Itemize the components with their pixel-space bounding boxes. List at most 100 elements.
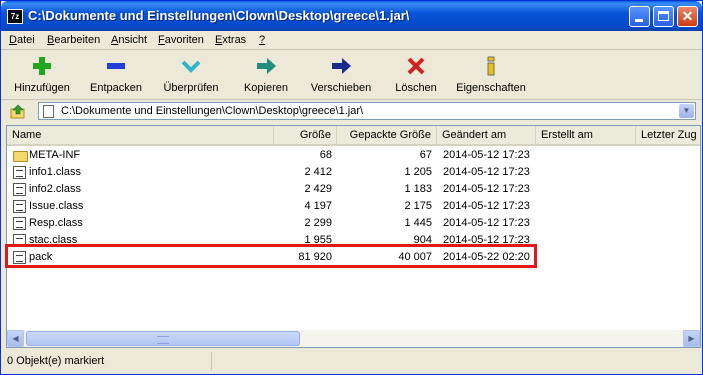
file-row[interactable]: Issue.class 4 197 2 175 2014-05-12 17:23	[7, 198, 700, 215]
maximize-icon	[658, 11, 669, 21]
column-last-access[interactable]: Letzter Zug	[636, 126, 700, 144]
window-title: C:\Dokumente und Einstellungen\Clown\Des…	[28, 8, 410, 23]
add-button[interactable]: Hinzufügen	[7, 53, 77, 97]
menu-extras[interactable]: Extras	[215, 34, 246, 46]
maximize-button[interactable]	[653, 6, 674, 27]
menu-label: earbeiten	[54, 34, 101, 46]
file-packed-size: 1 183	[404, 183, 432, 195]
menu-label: atei	[16, 34, 35, 46]
folder-icon	[13, 151, 28, 162]
file-size: 2 429	[304, 183, 332, 195]
column-created[interactable]: Erstellt am	[536, 126, 636, 144]
menu-mnemonic: D	[9, 34, 17, 46]
move-arrow-icon	[332, 58, 351, 74]
add-button-label: Hinzufügen	[14, 82, 70, 94]
file-modified: 2014-05-12 17:23	[443, 183, 530, 195]
file-size: 2 412	[304, 166, 332, 178]
column-size[interactable]: Größe	[274, 126, 337, 144]
copy-button[interactable]: Kopieren	[239, 53, 293, 97]
chevron-down-icon: ▼	[682, 106, 691, 115]
menu-mnemonic: ?	[259, 34, 266, 46]
menu-ansicht[interactable]: Ansicht	[111, 34, 147, 46]
file-packed-size: 2 175	[404, 200, 432, 212]
address-path: C:\Dokumente und Einstellungen\Clown\Des…	[61, 105, 364, 117]
properties-button[interactable]: Eigenschaften	[453, 53, 529, 97]
file-list[interactable]: Name Größe Gepackte Größe Geändert am Er…	[6, 125, 701, 348]
address-dropdown-button[interactable]: ▼	[679, 104, 694, 118]
info-icon	[487, 56, 495, 76]
file-icon	[13, 217, 26, 230]
file-name: META-INF	[29, 149, 81, 161]
file-modified: 2014-05-12 17:23	[443, 200, 530, 212]
copy-arrow-icon	[257, 58, 276, 74]
file-modified: 2014-05-12 17:23	[443, 149, 530, 161]
arrow-left-icon: ◀	[12, 334, 19, 343]
file-packed-size: 1 445	[404, 217, 432, 229]
scroll-thumb[interactable]	[26, 331, 300, 346]
extract-button-label: Entpacken	[90, 82, 142, 94]
column-packed-size[interactable]: Gepackte Größe	[337, 126, 437, 144]
delete-x-icon	[407, 57, 425, 75]
file-size: 68	[319, 149, 332, 161]
test-button-label: Überprüfen	[163, 82, 219, 94]
file-name: info2.class	[29, 183, 81, 195]
status-text: 0 Objekt(e) markiert	[7, 355, 105, 367]
scroll-right-button[interactable]: ▶	[683, 330, 700, 347]
minus-icon	[107, 63, 125, 69]
file-packed-size: 67	[419, 149, 432, 161]
file-size: 2 299	[304, 217, 332, 229]
test-button[interactable]: Überprüfen	[158, 53, 224, 97]
file-icon	[13, 183, 26, 196]
menu-bar: Datei Bearbeiten Ansicht Favoriten Extra…	[1, 31, 702, 50]
file-row[interactable]: META-INF 68 67 2014-05-12 17:23	[7, 147, 700, 164]
grip-icon	[157, 336, 169, 344]
plus-icon	[33, 57, 51, 75]
menu-bearbeiten[interactable]: Bearbeiten	[47, 34, 100, 46]
file-packed-size: 1 205	[404, 166, 432, 178]
file-name: Issue.class	[29, 200, 84, 212]
address-bar: C:\Dokumente und Einstellungen\Clown\Des…	[1, 100, 702, 124]
file-icon	[13, 166, 26, 179]
menu-label: avoriten	[164, 34, 204, 46]
properties-button-label: Eigenschaften	[456, 82, 526, 94]
file-row[interactable]: info1.class 2 412 1 205 2014-05-12 17:23	[7, 164, 700, 181]
folder-up-icon[interactable]	[10, 104, 26, 120]
menu-label: xtras	[222, 34, 247, 46]
arrow-right-icon: ▶	[688, 334, 695, 343]
file-name: info1.class	[29, 166, 81, 178]
title-bar[interactable]: 7z C:\Dokumente und Einstellungen\Clown\…	[1, 1, 702, 31]
address-input[interactable]: C:\Dokumente und Einstellungen\Clown\Des…	[38, 102, 696, 120]
menu-help[interactable]: ?	[259, 34, 265, 46]
move-button-label: Verschieben	[310, 82, 372, 94]
scroll-left-button[interactable]: ◀	[7, 330, 24, 347]
check-icon	[181, 60, 201, 73]
file-modified: 2014-05-12 17:23	[443, 217, 530, 229]
column-modified[interactable]: Geändert am	[437, 126, 536, 144]
column-header: Name Größe Gepackte Größe Geändert am Er…	[7, 126, 700, 146]
file-row[interactable]: info2.class 2 429 1 183 2014-05-12 17:23	[7, 181, 700, 198]
extract-button[interactable]: Entpacken	[85, 53, 147, 97]
delete-button-label: Löschen	[395, 82, 437, 94]
close-icon: ✕	[681, 8, 694, 24]
status-separator	[211, 352, 212, 370]
move-button[interactable]: Verschieben	[306, 53, 376, 97]
file-name: Resp.class	[29, 217, 83, 229]
file-modified: 2014-05-12 17:23	[443, 166, 530, 178]
app-window: 7z C:\Dokumente und Einstellungen\Clown\…	[0, 0, 703, 375]
delete-button[interactable]: Löschen	[390, 53, 442, 97]
file-size: 4 197	[304, 200, 332, 212]
annotation-highlight-box	[5, 244, 537, 268]
column-name[interactable]: Name	[7, 126, 274, 144]
toolbar: Hinzufügen Entpacken Überprüfen Kopieren…	[1, 51, 702, 100]
menu-label: nsicht	[118, 34, 148, 46]
close-button[interactable]: ✕	[677, 6, 698, 27]
7zip-app-icon: 7z	[7, 9, 23, 24]
copy-button-label: Kopieren	[243, 82, 289, 94]
minimize-button[interactable]	[629, 6, 650, 27]
menu-favoriten[interactable]: Favoriten	[158, 34, 204, 46]
file-row[interactable]: Resp.class 2 299 1 445 2014-05-12 17:23	[7, 215, 700, 232]
minimize-icon	[635, 19, 643, 22]
menu-datei[interactable]: Datei	[9, 34, 35, 46]
horizontal-scrollbar[interactable]: ◀ ▶	[7, 330, 700, 347]
menu-mnemonic: F	[158, 34, 165, 46]
